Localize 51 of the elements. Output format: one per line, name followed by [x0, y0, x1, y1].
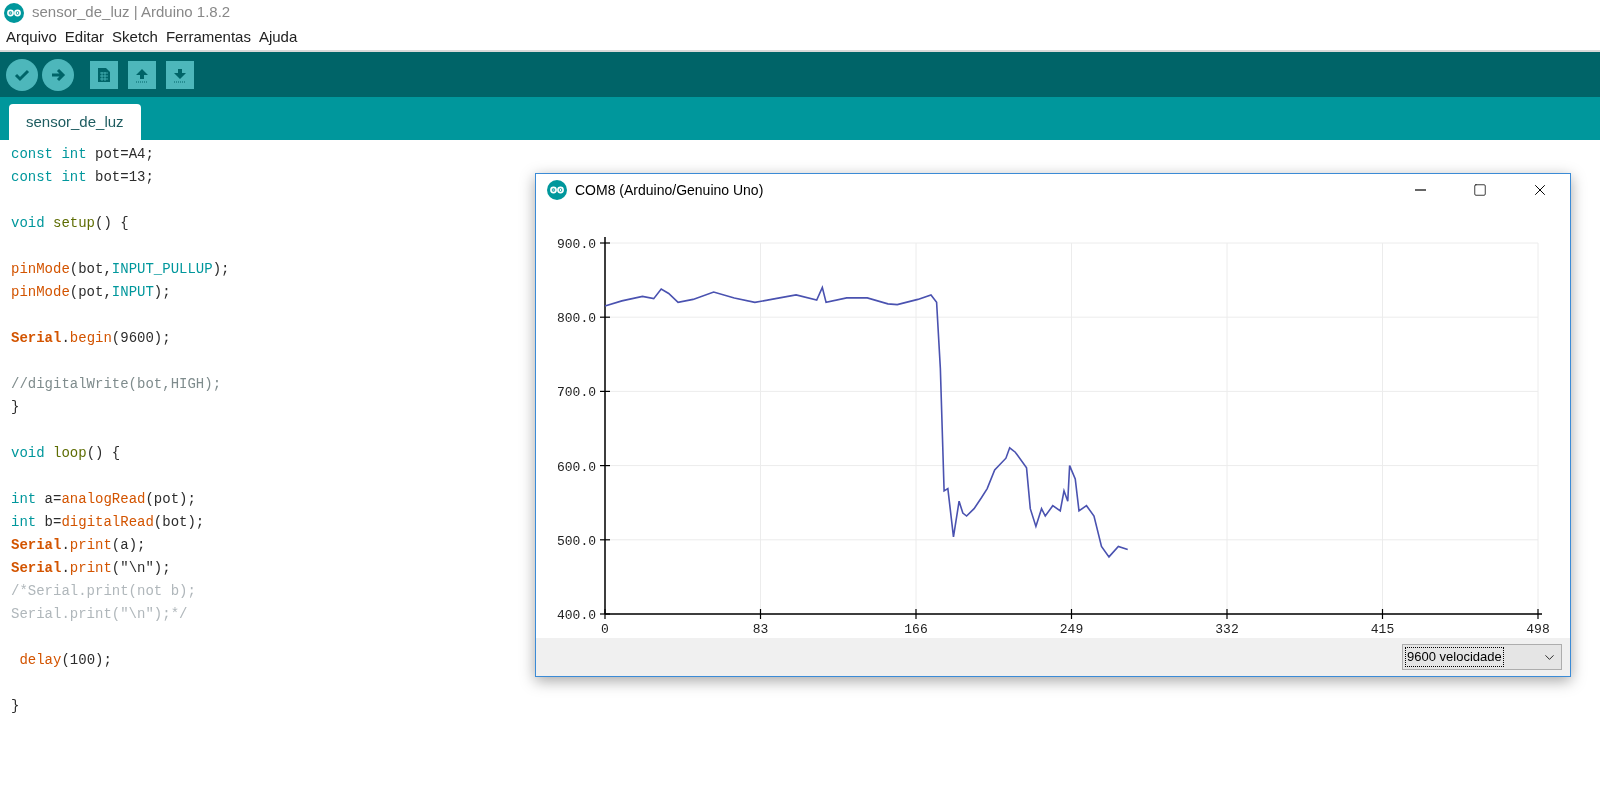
save-button[interactable]	[166, 60, 194, 89]
new-button[interactable]	[90, 60, 118, 89]
code-line: Serial.print(a);	[11, 536, 146, 555]
minimize-icon	[1414, 189, 1426, 191]
window-title: sensor_de_luz | Arduino 1.8.2	[32, 2, 231, 23]
y-tick-label: 700.0	[557, 385, 596, 401]
infinity-logo-icon	[547, 180, 567, 200]
x-tick-label: 415	[1370, 622, 1395, 637]
y-tick-label: 400.0	[557, 608, 596, 623]
y-tick-label: 900.0	[557, 237, 596, 252]
code-line: int b=digitalRead(bot);	[11, 513, 205, 532]
code-line: int a=analogRead(pot);	[11, 490, 196, 509]
baud-rate-dropdown[interactable]: 9600 velocidade	[1402, 644, 1562, 670]
code-line: Serial.print("\n");*/	[11, 605, 188, 624]
menu-item[interactable]: Ajuda	[258, 26, 298, 49]
code-line: const int bot=13;	[11, 168, 154, 187]
up-arrow-icon	[134, 66, 150, 83]
y-tick-label: 800.0	[557, 311, 596, 327]
editor-tab[interactable]: sensor_de_luz	[9, 104, 141, 140]
code-line: }	[11, 398, 20, 417]
y-tick-label: 600.0	[557, 459, 596, 475]
x-tick-label: 498	[1526, 622, 1550, 637]
code-line: pinMode(bot,INPUT_PULLUP);	[11, 260, 230, 279]
code-line: //digitalWrite(bot,HIGH);	[11, 375, 222, 394]
x-tick-label: 0	[601, 622, 609, 637]
menu-item[interactable]: Editar	[64, 26, 105, 49]
document-icon	[97, 66, 111, 83]
x-tick-label: 249	[1059, 622, 1084, 637]
code-line: }	[11, 697, 20, 716]
upload-button[interactable]	[42, 58, 74, 91]
open-button[interactable]	[128, 60, 156, 89]
menu-item[interactable]: Ferramentas	[165, 26, 251, 49]
code-line: /*Serial.print(not b);	[11, 582, 196, 601]
menu-item[interactable]: Arquivo	[6, 26, 57, 49]
code-line: pinMode(pot,INPUT);	[11, 283, 171, 302]
down-arrow-icon	[172, 66, 188, 83]
x-tick-label: 166	[904, 622, 928, 637]
code-line: Serial.print("\n");	[11, 559, 171, 578]
right-arrow-icon	[50, 66, 66, 83]
code-line: void setup() {	[11, 214, 129, 233]
code-line: const int pot=A4;	[11, 145, 154, 164]
x-tick-label: 83	[752, 622, 769, 637]
code-line: delay(100);	[18, 651, 112, 670]
menu-item[interactable]: Sketch	[112, 26, 158, 49]
maximize-icon	[1473, 183, 1487, 197]
x-tick-label: 332	[1215, 622, 1239, 637]
code-line: void loop() {	[11, 444, 121, 463]
code-line: Serial.begin(9600);	[11, 329, 171, 348]
plotter-title: COM8 (Arduino/Genuino Uno)	[575, 180, 764, 200]
y-tick-label: 500.0	[557, 533, 596, 549]
verify-button[interactable]	[6, 58, 38, 91]
